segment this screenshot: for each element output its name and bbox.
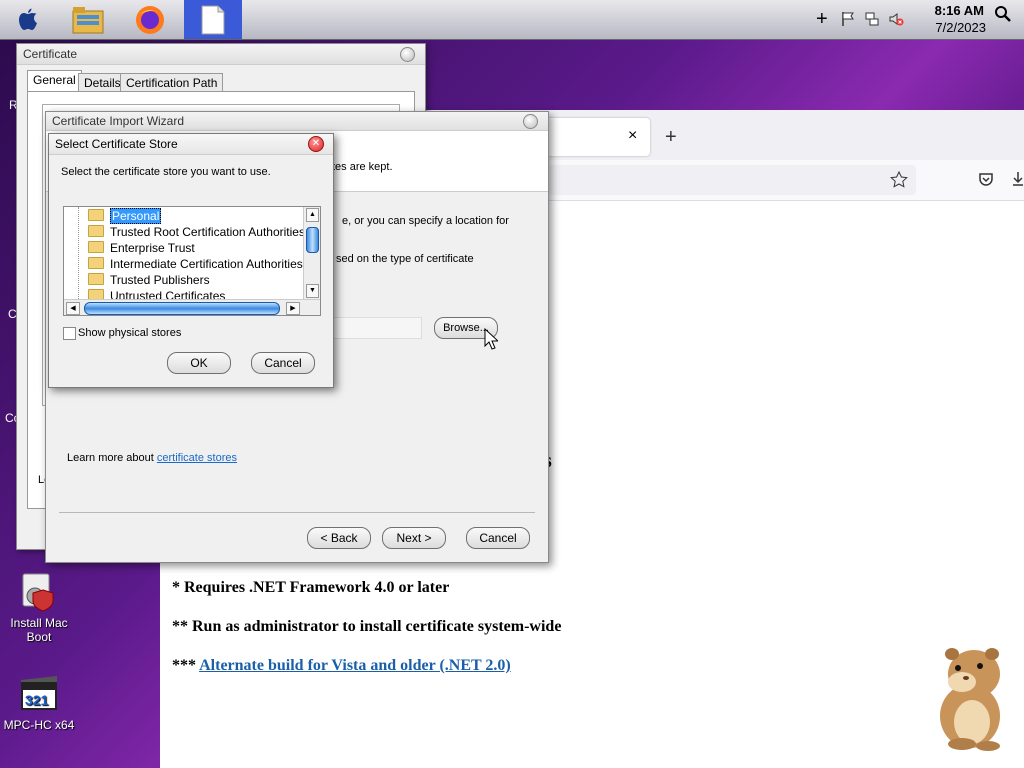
- tree-item-intermediate[interactable]: Intermediate Certification Authorities: [64, 256, 303, 272]
- tree-item-label: Intermediate Certification Authorities: [110, 257, 303, 271]
- wizard-title: Certificate Import Wizard: [46, 112, 548, 131]
- tree-item-trusted-publishers[interactable]: Trusted Publishers: [64, 272, 210, 288]
- tree-item-personal[interactable]: Personal: [64, 208, 162, 224]
- star-icon[interactable]: [890, 170, 908, 192]
- new-tab-icon[interactable]: +: [665, 126, 677, 149]
- close-icon[interactable]: [400, 47, 415, 62]
- close-icon[interactable]: ✕: [308, 136, 324, 152]
- file-manager-icon[interactable]: [70, 2, 106, 38]
- tree-item-label: Enterprise Trust: [110, 241, 195, 255]
- wizard-partial-text: sed on the type of certificate: [336, 253, 474, 265]
- wizard-partial-text: e, or you can specify a location for: [342, 215, 509, 227]
- vertical-scrollbar[interactable]: ▲ ▼: [303, 207, 320, 299]
- wizard-partial-text: tes are kept.: [332, 161, 393, 173]
- admin-note-line: ** Run as administrator to install certi…: [172, 618, 562, 635]
- store-dialog-title: Select Certificate Store: [49, 134, 333, 155]
- horizontal-scrollbar[interactable]: ◀ ▶: [64, 299, 320, 315]
- alternate-build-prefix: ***: [172, 657, 200, 674]
- tab-certification-path[interactable]: Certification Path: [120, 73, 224, 92]
- svg-text:321: 321: [25, 692, 49, 708]
- desktop-icon-install-mac-boot[interactable]: Install Mac Boot: [0, 572, 78, 644]
- mpc-hc-icon: 321: [19, 674, 59, 714]
- vertical-scroll-thumb[interactable]: [306, 227, 319, 253]
- tree-item-trusted-root[interactable]: Trusted Root Certification Authorities: [64, 224, 305, 240]
- learn-more-text: Learn more about certificate stores: [67, 452, 237, 464]
- cancel-button[interactable]: Cancel: [251, 352, 315, 374]
- flag-icon[interactable]: [840, 11, 856, 30]
- learn-more-prefix: Learn more about: [67, 452, 157, 464]
- tab-general[interactable]: General: [27, 70, 82, 93]
- scroll-right-icon[interactable]: ▶: [286, 302, 300, 315]
- certificate-stores-link[interactable]: certificate stores: [157, 452, 237, 464]
- mouse-cursor-icon: [484, 327, 500, 353]
- store-instruction: Select the certificate store you want to…: [61, 166, 271, 178]
- close-tab-icon[interactable]: ×: [628, 127, 637, 145]
- requirement-line: * Requires .NET Framework 4.0 or later: [172, 579, 450, 596]
- folder-icon: [88, 257, 104, 269]
- tree-item-enterprise-trust[interactable]: Enterprise Trust: [64, 240, 195, 256]
- download-icon[interactable]: [1012, 171, 1024, 190]
- desktop-icon-label: Install Mac Boot: [10, 616, 68, 644]
- scroll-left-icon[interactable]: ◀: [66, 302, 80, 315]
- top-menu-bar: + 8:16 AM 7/2/2023: [0, 0, 1024, 40]
- folder-icon: [88, 273, 104, 285]
- clock-date[interactable]: 7/2/2023: [935, 20, 986, 35]
- certificate-window-title: Certificate: [17, 44, 425, 65]
- search-icon[interactable]: [994, 5, 1012, 26]
- folder-icon: [88, 209, 104, 221]
- ok-button[interactable]: OK: [167, 352, 231, 374]
- wizard-divider: [59, 512, 535, 513]
- tree-item-label: Trusted Publishers: [110, 273, 210, 287]
- volume-muted-icon[interactable]: [888, 11, 904, 30]
- firefox-icon[interactable]: [132, 2, 168, 38]
- tree-item-label: Personal: [110, 208, 162, 224]
- certificate-store-tree[interactable]: Personal Trusted Root Certification Auth…: [63, 206, 321, 316]
- folder-icon: [88, 241, 104, 253]
- installer-icon: [19, 572, 59, 612]
- clock-time[interactable]: 8:16 AM: [935, 3, 984, 18]
- desktop-icon-mpc-hc[interactable]: 321 MPC-HC x64: [0, 674, 78, 732]
- alternate-build-line: *** Alternate build for Vista and older …: [172, 657, 511, 675]
- desktop-icon-label: MPC-HC x64: [3, 718, 75, 732]
- next-button[interactable]: Next >: [382, 527, 446, 549]
- network-icon[interactable]: [864, 11, 880, 30]
- cancel-button[interactable]: Cancel: [466, 527, 530, 549]
- horizontal-scroll-thumb[interactable]: [84, 302, 280, 315]
- back-button[interactable]: < Back: [307, 527, 371, 549]
- tree-item-label: Trusted Root Certification Authorities: [110, 225, 305, 239]
- alternate-build-link[interactable]: Alternate build for Vista and older (.NE…: [199, 657, 511, 674]
- hamster-mascot-image: [922, 644, 1012, 755]
- show-physical-checkbox[interactable]: [63, 327, 76, 340]
- scroll-down-icon[interactable]: ▼: [306, 284, 319, 298]
- show-physical-label: Show physical stores: [78, 327, 182, 339]
- scroll-up-icon[interactable]: ▲: [306, 208, 319, 222]
- select-certificate-store-dialog: Select Certificate Store ✕ Select the ce…: [48, 133, 334, 388]
- folder-icon: [88, 225, 104, 237]
- document-icon[interactable]: [195, 2, 231, 38]
- apple-icon[interactable]: [10, 2, 46, 38]
- plus-icon[interactable]: +: [816, 9, 828, 29]
- close-icon[interactable]: [523, 114, 538, 129]
- pocket-icon[interactable]: [978, 171, 994, 190]
